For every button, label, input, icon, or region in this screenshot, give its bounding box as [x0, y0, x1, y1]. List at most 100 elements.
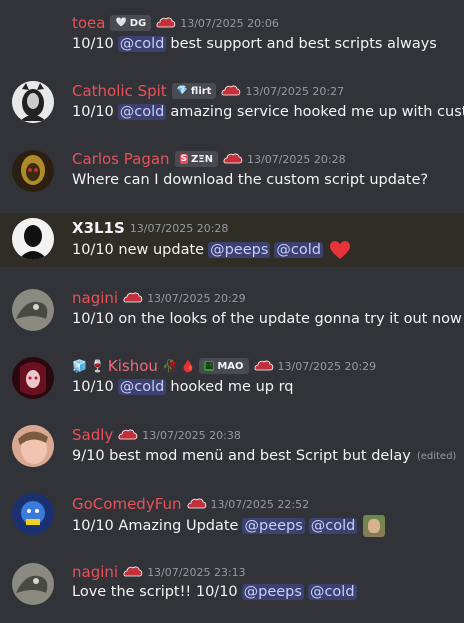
timestamp: 13/07/2025 20:29 [147, 291, 246, 305]
mention[interactable]: @cold [117, 36, 167, 52]
zen-logo-icon: S [179, 154, 189, 164]
timestamp: 13/07/2025 20:38 [142, 428, 241, 442]
akatsuki-cloud-icon [123, 566, 143, 577]
clan-tag-label: flirt [190, 85, 212, 97]
clan-tag[interactable]: 💎 flirt [171, 83, 217, 99]
message-text: amazing service hooked me up with custo [170, 104, 464, 120]
message-header: GoComedyFun 13/07/2025 22:52 [72, 493, 309, 515]
clan-tag[interactable]: 🤍 DG [110, 15, 152, 31]
avatar-image [12, 563, 54, 605]
timestamp: 13/07/2025 20:28 [246, 152, 346, 166]
message-header: nagini 13/07/2025 23:13 [72, 561, 246, 583]
timestamp: 13/07/2025 23:13 [147, 565, 246, 579]
mention[interactable]: @peeps [241, 584, 304, 600]
message: Carlos Pagan S ZΞN 13/07/2025 20:28 Where… [0, 136, 464, 204]
custom-face-emoji-icon [363, 515, 386, 537]
username[interactable]: nagini [72, 563, 118, 581]
avatar-image [12, 425, 54, 467]
message-header: Sadly 13/07/2025 20:38 [72, 424, 241, 446]
avatar-image [12, 493, 54, 535]
akatsuki-cloud-icon [187, 498, 206, 509]
avatar[interactable] [12, 289, 54, 331]
heart-icon: 🤍 [115, 18, 127, 28]
akatsuki-cloud-icon [254, 360, 273, 371]
timestamp: 13/07/2025 20:27 [245, 84, 345, 98]
username[interactable]: Kishou [108, 357, 158, 375]
glitch-flag-icon: 🧊 [72, 359, 87, 373]
clan-tag[interactable]: ▦ MAO [198, 358, 249, 374]
mention[interactable]: @cold [117, 104, 167, 120]
message-text: 9/10 best mod menü and best Script but d… [72, 448, 411, 464]
message-text: hooked me up rq [170, 379, 294, 395]
avatar-image [12, 357, 54, 399]
message-header: 🧊 🍷 Kishou 🥀 🩸 ▦ MAO 13/07/2025 20:29 [72, 355, 376, 377]
akatsuki-cloud-icon [118, 429, 138, 440]
akatsuki-cloud-icon [223, 153, 243, 164]
message: nagini 13/07/2025 23:13 Love the script!… [0, 549, 464, 617]
blood-drop-icon: 🩸 [180, 359, 196, 373]
message-header: Catholic Spit 💎 flirt 13/07/2025 20:27 [72, 80, 344, 102]
chat-message-list: toea 🤍 DG 13/07/2025 20:06 10/10 @cold be… [0, 0, 464, 623]
username[interactable]: toea [72, 14, 105, 32]
message-header: Carlos Pagan S ZΞN 13/07/2025 20:28 [72, 148, 346, 170]
avatar-image [12, 81, 54, 123]
timestamp: 13/07/2025 20:29 [277, 359, 377, 373]
timestamp: 13/07/2025 20:06 [180, 16, 279, 30]
timestamp: 13/07/2025 20:28 [129, 221, 229, 235]
username[interactable]: nagini [72, 289, 118, 307]
message-content: Love the script!! 10/10 @peeps @cold [72, 584, 361, 600]
message-content: 10/10 Amazing Update @peeps @cold [72, 515, 389, 537]
avatar[interactable] [12, 493, 54, 535]
username[interactable]: Carlos Pagan [72, 150, 170, 168]
avatar[interactable] [12, 357, 54, 399]
akatsuki-cloud-icon [222, 85, 241, 96]
rose-icon: 🥀 [162, 359, 178, 373]
gem-icon: 💎 [176, 86, 188, 96]
message-text: 10/10 [72, 36, 114, 52]
wine-glass-icon: 🍷 [89, 359, 105, 373]
message: GoComedyFun 13/07/2025 22:52 10/10 Amazi… [0, 481, 464, 549]
message-content: 10/10 @cold hooked me up rq [72, 379, 298, 395]
message-text: best support and best scripts always [170, 36, 437, 52]
username[interactable]: X3L1S [72, 219, 125, 237]
edited-label: (edited) [416, 450, 457, 462]
username[interactable]: Catholic Spit [72, 82, 167, 100]
message: nagini 13/07/2025 20:29 10/10 on the loo… [0, 275, 464, 343]
creeper-icon: ▦ [203, 361, 215, 371]
avatar[interactable] [12, 150, 54, 192]
message-header: X3L1S 13/07/2025 20:28 [72, 217, 228, 239]
timestamp: 13/07/2025 22:52 [210, 497, 310, 511]
message-content: 10/10 @cold best support and best script… [72, 36, 441, 52]
message-text: 10/10 new update [72, 242, 205, 258]
red-heart-emoji-icon [329, 241, 350, 259]
avatar[interactable] [12, 81, 54, 123]
message-text: Love the script!! 10/10 [72, 584, 238, 600]
akatsuki-cloud-icon [123, 292, 143, 303]
message-text: 10/10 Amazing Update [72, 518, 239, 534]
mention[interactable]: @cold [307, 584, 357, 600]
message-content: 10/10 on the looks of the update gonna t… [72, 311, 464, 327]
message-content: Where can I download the custom script u… [72, 172, 432, 188]
mention[interactable]: @cold [274, 242, 323, 258]
message-text: 10/10 on the looks of the update gonna t… [72, 311, 462, 327]
username[interactable]: GoComedyFun [72, 495, 182, 513]
mention[interactable]: @cold [117, 379, 167, 395]
message: X3L1S 13/07/2025 20:28 10/10 new update … [0, 213, 464, 267]
mention[interactable]: @cold [308, 518, 358, 534]
message: 🧊 🍷 Kishou 🥀 🩸 ▦ MAO 13/07/2025 20:29 10/… [0, 343, 464, 411]
avatar[interactable] [12, 563, 54, 605]
mention[interactable]: @peeps [208, 242, 271, 258]
message-text: 10/10 [72, 379, 114, 395]
avatar[interactable] [12, 218, 54, 260]
message-text: Where can I download the custom script u… [72, 172, 429, 188]
avatar-image [12, 218, 54, 260]
akatsuki-cloud-icon [156, 17, 176, 28]
avatar[interactable] [12, 425, 54, 467]
mention[interactable]: @peeps [242, 518, 305, 534]
avatar-image [12, 289, 54, 331]
clan-tag[interactable]: S ZΞN [174, 151, 218, 167]
message-header: nagini 13/07/2025 20:29 [72, 287, 246, 309]
message: toea 🤍 DG 13/07/2025 20:06 10/10 @cold be… [0, 0, 464, 68]
username[interactable]: Sadly [72, 426, 113, 444]
message-content: 9/10 best mod menü and best Script but d… [72, 448, 460, 464]
